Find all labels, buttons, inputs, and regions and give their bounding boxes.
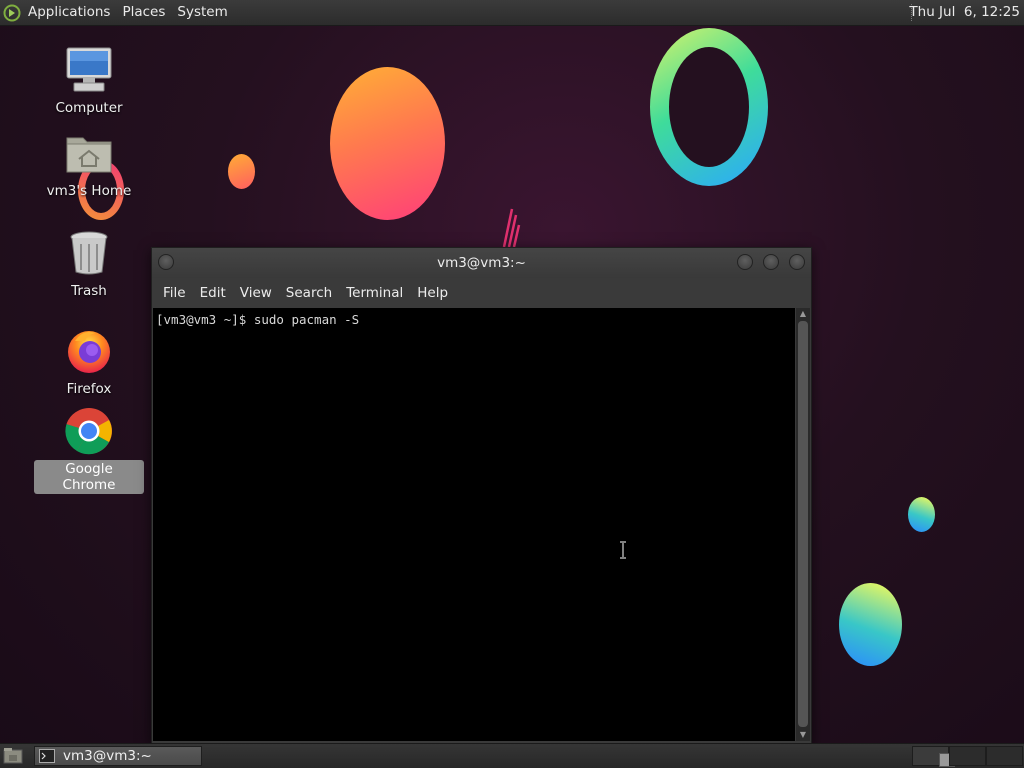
scroll-down-arrow-icon[interactable]: ▼ [796, 729, 810, 741]
desktop-icon-firefox[interactable]: Firefox [34, 326, 144, 398]
maximize-button[interactable] [763, 254, 779, 270]
wallpaper-pink-stroke [502, 208, 521, 248]
desktop-icon-label: vm3's Home [46, 183, 132, 199]
window-menu-button[interactable] [158, 254, 174, 270]
window-titlebar[interactable]: vm3@vm3:~ [152, 248, 811, 278]
terminal-scrollbar[interactable]: ▲ ▼ [796, 308, 810, 741]
desktop-icon-label: Google Chrome [34, 460, 144, 494]
menu-edit[interactable]: Edit [193, 285, 233, 301]
clock[interactable]: Thu Jul 6, 12:25 [909, 0, 1020, 25]
terminal-output[interactable]: [vm3@vm3 ~]$ sudo pacman -S [153, 308, 795, 741]
menu-search[interactable]: Search [279, 285, 339, 301]
terminal-menubar: File Edit View Search Terminal Help [152, 278, 811, 307]
menu-file[interactable]: File [156, 285, 193, 301]
chrome-icon [64, 406, 114, 456]
wallpaper-orange-dot [228, 154, 255, 189]
wallpaper-orange-ellipse [330, 67, 445, 220]
workspace-2[interactable] [949, 746, 986, 766]
window-title: vm3@vm3:~ [437, 255, 526, 271]
distro-logo-icon[interactable] [0, 0, 24, 25]
top-panel: Applications Places System Thu Jul 6, 12… [0, 0, 1024, 26]
close-button[interactable] [789, 254, 805, 270]
scroll-up-arrow-icon[interactable]: ▲ [796, 308, 810, 320]
computer-icon [64, 45, 114, 95]
places-menu[interactable]: Places [116, 0, 171, 25]
desktop-icon-home[interactable]: vm3's Home [34, 128, 144, 200]
home-folder-icon [64, 128, 114, 178]
minimize-button[interactable] [737, 254, 753, 270]
wallpaper-blue-dot [908, 497, 935, 532]
workspace-1[interactable] [912, 746, 955, 767]
terminal-line: [vm3@vm3 ~]$ sudo pacman -S [156, 312, 360, 327]
desktop-icon-computer[interactable]: Computer [34, 45, 144, 117]
trash-icon [64, 228, 114, 278]
menu-view[interactable]: View [233, 285, 279, 301]
menu-terminal[interactable]: Terminal [339, 285, 410, 301]
desktop-icon-label: Computer [55, 100, 123, 116]
bottom-panel: vm3@vm3:~ [0, 743, 1024, 768]
workspace-3[interactable] [986, 746, 1023, 766]
applications-menu[interactable]: Applications [24, 0, 116, 25]
wallpaper-blue-ellipse [839, 583, 902, 666]
show-desktop-icon[interactable] [3, 747, 23, 764]
taskbar-terminal-button[interactable]: vm3@vm3:~ [34, 746, 202, 766]
wallpaper-ring [650, 28, 768, 186]
text-cursor-icon [620, 541, 626, 559]
desktop-icon-trash[interactable]: Trash [34, 228, 144, 300]
terminal-icon [39, 749, 55, 763]
firefox-icon [64, 326, 114, 376]
menu-help[interactable]: Help [410, 285, 455, 301]
desktop-icon-chrome[interactable]: Google Chrome [34, 406, 144, 494]
scrollbar-thumb[interactable] [798, 321, 808, 727]
terminal-window[interactable]: vm3@vm3:~ File Edit View Search Terminal… [151, 247, 812, 744]
desktop-icon-label: Firefox [66, 381, 112, 397]
system-menu[interactable]: System [171, 0, 233, 25]
desktop-icon-label: Trash [71, 283, 107, 299]
taskbar-task-label: vm3@vm3:~ [63, 748, 152, 764]
